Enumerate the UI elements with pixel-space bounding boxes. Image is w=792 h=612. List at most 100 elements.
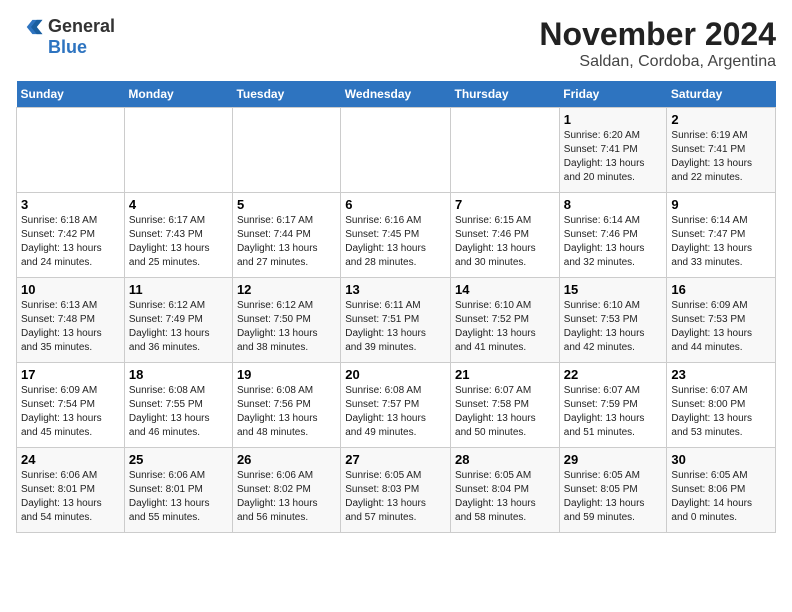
day-number: 8 — [564, 197, 663, 212]
weekday-header: Tuesday — [232, 81, 340, 108]
calendar-week-row: 17 Sunrise: 6:09 AM Sunset: 7:54 PM Dayli… — [17, 363, 776, 448]
day-info: Sunrise: 6:08 AM Sunset: 7:55 PM Dayligh… — [129, 384, 228, 440]
day-info: Sunrise: 6:11 AM Sunset: 7:51 PM Dayligh… — [345, 299, 446, 355]
calendar-cell: 19 Sunrise: 6:08 AM Sunset: 7:56 PM Dayli… — [232, 363, 340, 448]
day-number: 4 — [129, 197, 228, 212]
day-number: 1 — [564, 112, 663, 127]
day-info: Sunrise: 6:09 AM Sunset: 7:54 PM Dayligh… — [21, 384, 120, 440]
day-info: Sunrise: 6:12 AM Sunset: 7:50 PM Dayligh… — [237, 299, 336, 355]
day-number: 3 — [21, 197, 120, 212]
day-info: Sunrise: 6:18 AM Sunset: 7:42 PM Dayligh… — [21, 214, 120, 270]
day-info: Sunrise: 6:05 AM Sunset: 8:04 PM Dayligh… — [455, 469, 555, 525]
day-number: 19 — [237, 367, 336, 382]
calendar-cell: 22Sunrise: 6:07 AM Sunset: 7:59 PM Dayli… — [559, 363, 667, 448]
day-number: 25 — [129, 452, 228, 467]
calendar-cell: 12Sunrise: 6:12 AM Sunset: 7:50 PM Dayli… — [232, 278, 340, 363]
day-number: 6 — [345, 197, 446, 212]
day-info: Sunrise: 6:09 AM Sunset: 7:53 PM Dayligh… — [671, 299, 771, 355]
day-info: Sunrise: 6:14 AM Sunset: 7:47 PM Dayligh… — [671, 214, 771, 270]
calendar-table: SundayMondayTuesdayWednesdayThursdayFrid… — [16, 81, 776, 533]
calendar-week-row: 3 Sunrise: 6:18 AM Sunset: 7:42 PM Daylig… — [17, 193, 776, 278]
day-info: Sunrise: 6:20 AM Sunset: 7:41 PM Dayligh… — [564, 129, 663, 185]
day-number: 30 — [671, 452, 771, 467]
month-title: November 2024 — [539, 16, 776, 53]
day-number: 11 — [129, 282, 228, 297]
calendar-cell: 10Sunrise: 6:13 AM Sunset: 7:48 PM Dayli… — [17, 278, 125, 363]
weekday-header: Sunday — [17, 81, 125, 108]
day-number: 13 — [345, 282, 446, 297]
calendar-cell: 18 Sunrise: 6:08 AM Sunset: 7:55 PM Dayli… — [124, 363, 232, 448]
calendar-cell: 24 Sunrise: 6:06 AM Sunset: 8:01 PM Dayli… — [17, 448, 125, 533]
calendar-week-row: 24 Sunrise: 6:06 AM Sunset: 8:01 PM Dayli… — [17, 448, 776, 533]
calendar-cell: 17 Sunrise: 6:09 AM Sunset: 7:54 PM Dayli… — [17, 363, 125, 448]
header: General Blue November 2024 Saldan, Cordo… — [16, 16, 776, 71]
calendar-cell: 28 Sunrise: 6:05 AM Sunset: 8:04 PM Dayli… — [451, 448, 560, 533]
calendar-cell: 6 Sunrise: 6:16 AM Sunset: 7:45 PM Daylig… — [341, 193, 451, 278]
day-number: 9 — [671, 197, 771, 212]
day-info: Sunrise: 6:08 AM Sunset: 7:57 PM Dayligh… — [345, 384, 446, 440]
calendar-cell: 27 Sunrise: 6:05 AM Sunset: 8:03 PM Dayli… — [341, 448, 451, 533]
weekday-header: Thursday — [451, 81, 560, 108]
day-info: Sunrise: 6:13 AM Sunset: 7:48 PM Dayligh… — [21, 299, 120, 355]
calendar-cell: 2Sunrise: 6:19 AM Sunset: 7:41 PM Daylig… — [667, 108, 776, 193]
calendar-cell: 7 Sunrise: 6:15 AM Sunset: 7:46 PM Daylig… — [451, 193, 560, 278]
calendar-cell: 26 Sunrise: 6:06 AM Sunset: 8:02 PM Dayli… — [232, 448, 340, 533]
calendar-cell — [341, 108, 451, 193]
calendar-cell: 23 Sunrise: 6:07 AM Sunset: 8:00 PM Dayli… — [667, 363, 776, 448]
day-info: Sunrise: 6:08 AM Sunset: 7:56 PM Dayligh… — [237, 384, 336, 440]
day-info: Sunrise: 6:12 AM Sunset: 7:49 PM Dayligh… — [129, 299, 228, 355]
day-info: Sunrise: 6:05 AM Sunset: 8:03 PM Dayligh… — [345, 469, 446, 525]
day-info: Sunrise: 6:17 AM Sunset: 7:43 PM Dayligh… — [129, 214, 228, 270]
day-number: 18 — [129, 367, 228, 382]
calendar-cell: 3 Sunrise: 6:18 AM Sunset: 7:42 PM Daylig… — [17, 193, 125, 278]
day-info: Sunrise: 6:05 AM Sunset: 8:06 PM Dayligh… — [671, 469, 771, 525]
day-number: 26 — [237, 452, 336, 467]
calendar-cell: 5Sunrise: 6:17 AM Sunset: 7:44 PM Daylig… — [232, 193, 340, 278]
calendar-cell — [232, 108, 340, 193]
day-number: 7 — [455, 197, 555, 212]
day-info: Sunrise: 6:06 AM Sunset: 8:02 PM Dayligh… — [237, 469, 336, 525]
day-info: Sunrise: 6:10 AM Sunset: 7:52 PM Dayligh… — [455, 299, 555, 355]
weekday-header: Monday — [124, 81, 232, 108]
day-number: 2 — [671, 112, 771, 127]
location-title: Saldan, Cordoba, Argentina — [539, 53, 776, 71]
calendar-cell: 16 Sunrise: 6:09 AM Sunset: 7:53 PM Dayli… — [667, 278, 776, 363]
calendar-cell: 29 Sunrise: 6:05 AM Sunset: 8:05 PM Dayli… — [559, 448, 667, 533]
day-number: 27 — [345, 452, 446, 467]
day-number: 23 — [671, 367, 771, 382]
day-info: Sunrise: 6:07 AM Sunset: 7:58 PM Dayligh… — [455, 384, 555, 440]
calendar-cell: 11 Sunrise: 6:12 AM Sunset: 7:49 PM Dayli… — [124, 278, 232, 363]
logo: General Blue — [16, 16, 115, 58]
day-info: Sunrise: 6:06 AM Sunset: 8:01 PM Dayligh… — [129, 469, 228, 525]
calendar-cell: 25 Sunrise: 6:06 AM Sunset: 8:01 PM Dayli… — [124, 448, 232, 533]
logo-icon — [16, 17, 46, 37]
calendar-cell: 20 Sunrise: 6:08 AM Sunset: 7:57 PM Dayli… — [341, 363, 451, 448]
calendar-cell: 8 Sunrise: 6:14 AM Sunset: 7:46 PM Daylig… — [559, 193, 667, 278]
day-info: Sunrise: 6:10 AM Sunset: 7:53 PM Dayligh… — [564, 299, 663, 355]
calendar-cell: 15 Sunrise: 6:10 AM Sunset: 7:53 PM Dayli… — [559, 278, 667, 363]
day-info: Sunrise: 6:07 AM Sunset: 8:00 PM Dayligh… — [671, 384, 771, 440]
calendar-cell: 21Sunrise: 6:07 AM Sunset: 7:58 PM Dayli… — [451, 363, 560, 448]
day-info: Sunrise: 6:14 AM Sunset: 7:46 PM Dayligh… — [564, 214, 663, 270]
day-number: 29 — [564, 452, 663, 467]
calendar-cell: 9 Sunrise: 6:14 AM Sunset: 7:47 PM Daylig… — [667, 193, 776, 278]
day-info: Sunrise: 6:15 AM Sunset: 7:46 PM Dayligh… — [455, 214, 555, 270]
day-number: 17 — [21, 367, 120, 382]
title-section: November 2024 Saldan, Cordoba, Argentina — [539, 16, 776, 71]
day-number: 15 — [564, 282, 663, 297]
weekday-header: Wednesday — [341, 81, 451, 108]
calendar-cell: 4 Sunrise: 6:17 AM Sunset: 7:43 PM Daylig… — [124, 193, 232, 278]
calendar-cell — [451, 108, 560, 193]
calendar-cell: 13 Sunrise: 6:11 AM Sunset: 7:51 PM Dayli… — [341, 278, 451, 363]
day-number: 28 — [455, 452, 555, 467]
day-number: 16 — [671, 282, 771, 297]
day-number: 14 — [455, 282, 555, 297]
day-info: Sunrise: 6:06 AM Sunset: 8:01 PM Dayligh… — [21, 469, 120, 525]
calendar-week-row: 1 Sunrise: 6:20 AM Sunset: 7:41 PM Daylig… — [17, 108, 776, 193]
day-number: 24 — [21, 452, 120, 467]
calendar-cell — [17, 108, 125, 193]
day-info: Sunrise: 6:16 AM Sunset: 7:45 PM Dayligh… — [345, 214, 446, 270]
day-number: 20 — [345, 367, 446, 382]
calendar-week-row: 10Sunrise: 6:13 AM Sunset: 7:48 PM Dayli… — [17, 278, 776, 363]
day-info: Sunrise: 6:05 AM Sunset: 8:05 PM Dayligh… — [564, 469, 663, 525]
